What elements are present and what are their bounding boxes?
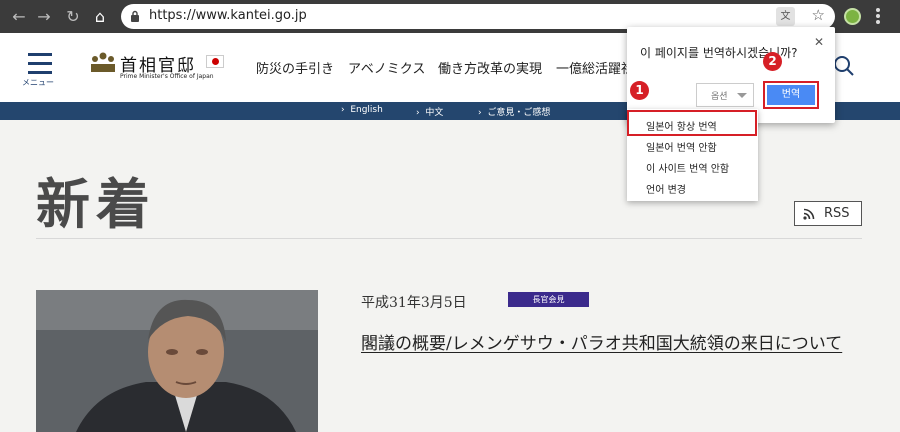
extension-icon[interactable] — [844, 8, 861, 25]
options-button[interactable]: 옵션 — [696, 83, 754, 107]
link-feedback[interactable]: › ご意見・ご感想 — [478, 105, 550, 118]
nav-ichioku[interactable]: 一億総活躍社 — [556, 58, 634, 77]
menu-item-never-translate-site[interactable]: 이 사이트 번역 안함 — [646, 160, 729, 175]
caret-down-icon — [737, 93, 747, 98]
link-chinese[interactable]: › 中文 — [416, 105, 443, 118]
menu-item-never-translate-language[interactable]: 일본어 번역 안함 — [646, 139, 717, 154]
translate-button-label: 번역 — [767, 85, 815, 105]
translate-button[interactable]: 번역 — [763, 81, 819, 109]
nav-bousai[interactable]: 防災の手引き — [256, 58, 334, 77]
step-badge-2: 2 — [763, 52, 782, 71]
news-date: 平成31年3月5日 — [361, 295, 467, 311]
menu-item-change-language[interactable]: 언어 변경 — [646, 181, 686, 196]
close-icon[interactable]: ✕ — [814, 35, 824, 49]
forward-arrow-icon[interactable]: → — [34, 7, 54, 27]
back-arrow-icon[interactable]: ← — [9, 7, 29, 27]
step-badge-1: 1 — [630, 81, 649, 100]
lock-icon — [131, 10, 139, 22]
url-text: https://www.kantei.go.jp — [149, 8, 307, 23]
rss-button[interactable]: RSS — [794, 201, 862, 226]
browser-menu-icon[interactable] — [876, 8, 880, 25]
options-label: 옵션 — [711, 92, 728, 102]
address-bar[interactable]: https://www.kantei.go.jp 文 ☆ — [121, 4, 835, 29]
news-title-link[interactable]: 閣議の概要/レメンゲサウ・パラオ共和国大統領の来日について — [361, 332, 861, 357]
spokesperson-photo — [36, 290, 318, 432]
page-title: 新着 — [36, 172, 156, 236]
news-photo[interactable] — [36, 290, 318, 432]
search-icon[interactable] — [833, 55, 855, 77]
nav-work-reform[interactable]: 働き方改革の実現 — [438, 58, 542, 77]
home-icon[interactable]: ⌂ — [90, 7, 110, 27]
menu-label: メニュー — [22, 78, 54, 87]
japan-flag-icon — [206, 55, 224, 68]
title-divider — [36, 238, 862, 239]
bookmark-star-icon[interactable]: ☆ — [812, 6, 825, 24]
rss-icon — [803, 208, 815, 220]
link-english[interactable]: › English — [341, 105, 383, 115]
hamburger-menu-icon[interactable] — [28, 53, 52, 80]
news-category-badge: 長官会見 — [508, 292, 589, 307]
reload-icon[interactable]: ↻ — [63, 7, 83, 27]
translate-icon[interactable]: 文 — [776, 7, 795, 26]
site-logo-subtitle: Prime Minister's Office of Japan — [120, 73, 214, 80]
main-content: 新着 RSS 平成31年3月5日 長官会見 閣議の概要/レメンゲサウ・パラオ共和… — [0, 120, 900, 432]
kiri-emblem-icon — [91, 52, 115, 72]
nav-abenomics[interactable]: アベノミクス — [348, 58, 425, 77]
highlight-box — [627, 110, 757, 136]
rss-label: RSS — [824, 206, 850, 221]
